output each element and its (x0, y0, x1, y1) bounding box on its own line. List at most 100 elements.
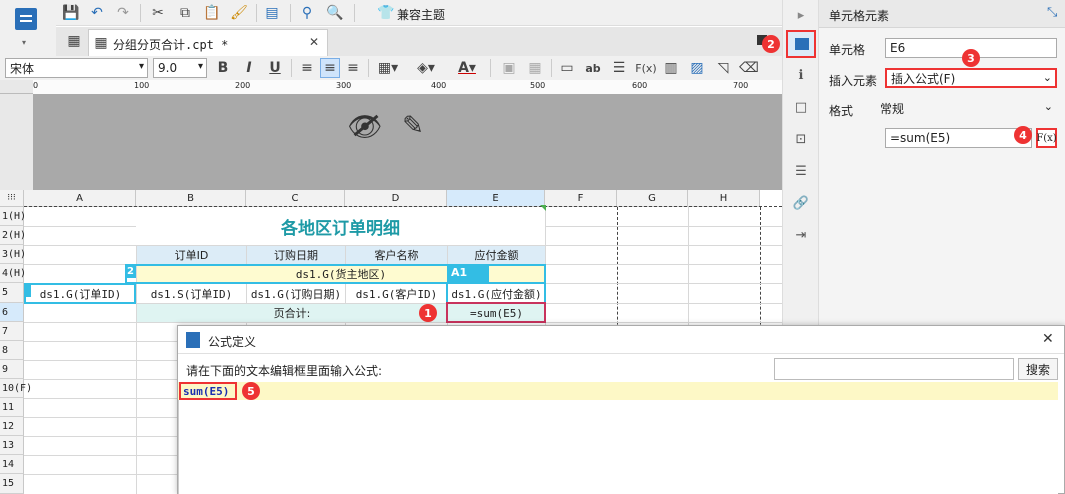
report-icon[interactable]: ▤ (263, 4, 281, 22)
column-header[interactable]: H (688, 190, 760, 207)
import-icon[interactable]: ⇥ (788, 224, 814, 246)
header-customer[interactable]: 客户名称 (346, 246, 447, 264)
font-select[interactable]: 宋体 ▾ (5, 58, 148, 78)
insert-text-icon[interactable]: ▭ (558, 59, 576, 77)
row-header[interactable]: 7 (0, 322, 24, 341)
format-toolbar: 宋体 ▾ 9.0 ▾ B I U ≡ ≡ ≡ ▦▾ ◈▾ A▾ ▣ ▦ ▭ ab ☰… (0, 56, 782, 80)
insert-formula-icon[interactable]: F(x) (635, 59, 656, 77)
undo-icon[interactable]: ↶ (88, 4, 106, 22)
tab-file[interactable]: ▦ 分组分页合计.cpt * ✕ (88, 29, 328, 56)
formula-text[interactable]: sum(E5) (179, 382, 237, 400)
formula-editor-button[interactable]: F(x) (1036, 128, 1057, 148)
formula-field[interactable]: =sum(E5) (885, 128, 1032, 148)
redo-icon[interactable]: ↷ (114, 4, 132, 22)
column-header[interactable]: D (345, 190, 447, 207)
collapse-panel-icon[interactable]: ⤡ (1047, 5, 1057, 20)
align-left-icon[interactable]: ≡ (298, 59, 316, 77)
merge-icon[interactable]: ▣ (500, 59, 518, 77)
row-header[interactable]: 1(H) (0, 207, 26, 226)
insert-richtext-icon[interactable]: ab (584, 59, 602, 77)
unmerge-icon[interactable]: ▦ (526, 59, 544, 77)
insert-element-select[interactable]: 插入公式(F) ⌄ (885, 68, 1057, 88)
insert-paragraph-icon[interactable]: ☰ (610, 59, 628, 77)
ruler-tick: 200 (235, 81, 251, 90)
column-header[interactable]: E (447, 190, 545, 207)
cell-d5[interactable]: ds1.G(客户ID) (346, 284, 447, 303)
expand-indicator-1 (24, 283, 136, 304)
row-header[interactable]: 2(H) (0, 226, 26, 245)
plugin-icon[interactable]: ⚲ (298, 4, 316, 22)
cell-attr-icon[interactable]: ℹ (788, 64, 814, 86)
border-icon[interactable]: ▦▾ (374, 59, 402, 77)
font-size-select[interactable]: 9.0 ▾ (153, 58, 207, 78)
row-header[interactable]: 11 (0, 398, 24, 417)
search-preview-icon[interactable]: 🔍 (326, 4, 344, 22)
fill-color-icon[interactable]: ◈▾ (412, 59, 440, 77)
row-header[interactable]: 10(F) (0, 379, 32, 398)
selected-cell-e6 (446, 302, 546, 323)
row-header[interactable]: 8 (0, 341, 24, 360)
hyperlink-icon[interactable]: 🔗 (788, 192, 814, 214)
select-all-corner[interactable]: ⁝⁝⁝ (0, 190, 24, 207)
close-tab-icon[interactable]: ✕ (309, 35, 319, 49)
row-header[interactable]: 9 (0, 360, 24, 379)
chevron-down-icon: ⌄ (1043, 100, 1053, 113)
cut-icon[interactable]: ✂ (149, 4, 167, 22)
row-header[interactable]: 12 (0, 417, 24, 436)
column-header[interactable]: C (246, 190, 345, 207)
ruler-tick: 0 (33, 81, 39, 90)
insert-image-icon[interactable]: ▨ (688, 59, 706, 77)
formula-editor-line[interactable] (178, 382, 1058, 400)
widget-icon[interactable]: □ (788, 96, 814, 118)
row-header[interactable]: 3(H) (0, 245, 26, 264)
clear-icon[interactable]: ⌫ (739, 59, 759, 77)
row-header[interactable]: 6 (0, 303, 24, 322)
column-header[interactable]: A (24, 190, 136, 207)
row-header[interactable]: 14 (0, 455, 24, 474)
cell-c5[interactable]: ds1.G(订购日期) (247, 284, 345, 303)
step-badge: 4 (1014, 126, 1032, 144)
app-menu[interactable]: ▾ (0, 0, 56, 56)
underline-icon[interactable]: U (266, 59, 284, 77)
row-header[interactable]: 13 (0, 436, 24, 455)
format-select[interactable]: 常规 ⌄ (875, 98, 1057, 118)
font-color-icon[interactable]: A▾ (452, 59, 482, 77)
grid-icon (795, 38, 809, 50)
column-header[interactable]: G (617, 190, 688, 207)
parent-flag-a1: A1 (447, 266, 489, 282)
insert-chart-icon[interactable]: ▥ (662, 59, 680, 77)
insert-slash-icon[interactable]: ◹ (714, 59, 732, 77)
bold-icon[interactable]: B (214, 59, 232, 77)
formula-editor-area[interactable] (178, 400, 1058, 494)
search-input[interactable] (774, 358, 1014, 380)
format-brush-icon[interactable]: 🖌 (230, 4, 248, 22)
close-icon[interactable]: ✕ (1042, 331, 1054, 347)
column-header[interactable]: B (136, 190, 246, 207)
copy-icon[interactable]: ⧉ (176, 4, 194, 22)
row-header[interactable]: 5 (0, 283, 24, 303)
theme-icon[interactable]: 👕 (377, 4, 395, 22)
column-header[interactable]: F (545, 190, 617, 207)
save-icon[interactable]: 💾 (62, 4, 79, 22)
align-center-icon[interactable]: ≡ (320, 58, 340, 78)
theme-label[interactable]: 兼容主题 (397, 6, 445, 23)
cell-b5[interactable]: ds1.S(订单ID) (137, 284, 246, 303)
align-right-icon[interactable]: ≡ (344, 59, 362, 77)
insert-element-value: 插入公式(F) (891, 71, 956, 86)
step-badge: 1 (419, 304, 437, 322)
row-header[interactable]: 4(H) (0, 264, 26, 283)
report-title[interactable]: 各地区订单明细 (136, 207, 545, 245)
collapse-arrow-icon[interactable]: ▸ (788, 4, 814, 26)
edit-icon[interactable]: ✎ (397, 110, 429, 142)
header-order-date[interactable]: 订购日期 (247, 246, 345, 264)
search-button[interactable]: 搜索 (1018, 358, 1058, 380)
cell-page-total-label[interactable]: 页合计: (137, 304, 447, 322)
header-amount[interactable]: 应付金额 (448, 246, 545, 264)
condition-icon[interactable]: ⊡ (788, 128, 814, 150)
paste-icon[interactable]: 📋 (203, 4, 221, 22)
header-order-id[interactable]: 订单ID (137, 246, 246, 264)
filter-icon[interactable]: ☰ (788, 160, 814, 182)
cell-element-tab[interactable] (786, 30, 816, 58)
italic-icon[interactable]: I (240, 59, 258, 77)
row-header[interactable]: 15 (0, 474, 24, 494)
